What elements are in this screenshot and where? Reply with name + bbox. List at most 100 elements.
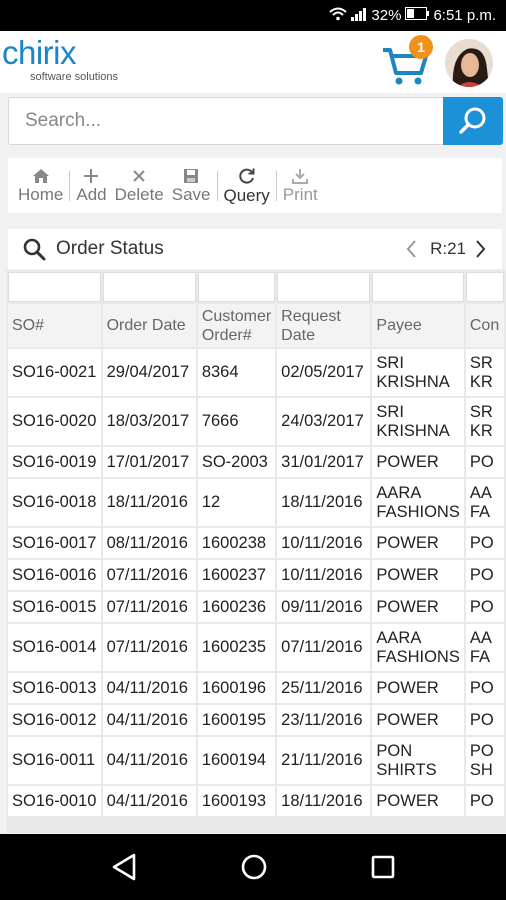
- logo[interactable]: chirix software solutions: [2, 34, 118, 83]
- add-button[interactable]: Add: [72, 168, 110, 204]
- logo-brand: chirix: [2, 34, 77, 71]
- cell-order-date: 08/11/2016: [102, 528, 196, 558]
- header-con[interactable]: Con: [465, 304, 504, 347]
- search-icon[interactable]: [22, 237, 46, 261]
- cell-request-date: 31/01/2017: [277, 447, 371, 477]
- header-order-date[interactable]: Order Date: [102, 304, 196, 347]
- cell-customer-order: 1600236: [197, 592, 276, 622]
- battery-icon: [405, 7, 430, 24]
- cell-customer-order: 12: [197, 479, 276, 526]
- cell-payee: AARA FASHIONS: [372, 479, 464, 526]
- cell-payee: POWER: [372, 560, 464, 590]
- cell-so: SO16-0020: [8, 398, 101, 445]
- avatar[interactable]: [445, 39, 493, 87]
- table-row[interactable]: SO16-0020 18/03/2017 7666 24/03/2017 SRI KRIS…: [8, 398, 504, 445]
- cell-payee: PON SHIRTS: [372, 737, 464, 784]
- section-header: Order Status R:21: [8, 229, 502, 269]
- table-row[interactable]: SO16-0011 04/11/2016 1600194 21/11/2016 PON S…: [8, 737, 504, 784]
- cell-con: SR KR: [465, 398, 504, 445]
- home-label: Home: [18, 184, 64, 204]
- cell-con: PO: [465, 560, 504, 590]
- cell-customer-order: 7666: [197, 398, 276, 445]
- filter-input[interactable]: [372, 272, 464, 302]
- cell-request-date: 18/11/2016: [277, 479, 371, 526]
- search-bar: Search...: [0, 93, 506, 153]
- cell-payee: AARA FASHIONS: [372, 624, 464, 671]
- chevron-right-icon[interactable]: [470, 238, 490, 260]
- cell-so: SO16-0010: [8, 786, 101, 816]
- page-title: Order Status: [56, 238, 164, 259]
- filter-input[interactable]: [197, 272, 276, 302]
- cell-order-date: 07/11/2016: [102, 624, 196, 671]
- cell-order-date: 18/11/2016: [102, 479, 196, 526]
- cell-customer-order: 1600194: [197, 737, 276, 784]
- home-icon: [32, 168, 49, 183]
- cell-payee: POWER: [372, 528, 464, 558]
- header-customer-order[interactable]: Customer Order#: [197, 304, 276, 347]
- recents-icon[interactable]: [370, 854, 396, 880]
- table-row[interactable]: SO16-0014 07/11/2016 1600235 07/11/2016 AARA…: [8, 624, 504, 671]
- cell-order-date: 17/01/2017: [102, 447, 196, 477]
- search-button[interactable]: [443, 97, 503, 145]
- table-row[interactable]: SO16-0010 04/11/2016 1600193 18/11/2016 POWE…: [8, 786, 504, 816]
- table-row[interactable]: SO16-0021 29/04/2017 8364 02/05/2017 SRI KRIS…: [8, 349, 504, 396]
- filter-input[interactable]: [277, 272, 371, 302]
- cell-so: SO16-0013: [8, 673, 101, 703]
- signal-icon: [351, 7, 367, 25]
- back-icon[interactable]: [110, 852, 138, 882]
- cell-con: PO: [465, 705, 504, 735]
- filter-input[interactable]: [465, 272, 504, 302]
- cell-payee: POWER: [372, 673, 464, 703]
- cell-request-date: 18/11/2016: [277, 786, 371, 816]
- cell-payee: POWER: [372, 705, 464, 735]
- home-circle-icon[interactable]: [239, 852, 269, 882]
- query-button[interactable]: Query: [220, 167, 274, 205]
- cell-request-date: 24/03/2017: [277, 398, 371, 445]
- wifi-icon: [329, 7, 348, 25]
- add-label: Add: [76, 184, 107, 204]
- table-row[interactable]: SO16-0017 08/11/2016 1600238 10/11/2016 POWE…: [8, 528, 504, 558]
- search-input[interactable]: Search...: [8, 97, 444, 145]
- save-button[interactable]: Save: [168, 168, 215, 204]
- delete-button[interactable]: Delete: [111, 168, 168, 204]
- cell-customer-order: SO-2003: [197, 447, 276, 477]
- cell-customer-order: 1600235: [197, 624, 276, 671]
- filter-row: [8, 272, 504, 302]
- cell-order-date: 04/11/2016: [102, 705, 196, 735]
- print-icon: [292, 168, 309, 184]
- toolbar-divider: [275, 170, 277, 201]
- print-label: Print: [282, 184, 318, 204]
- table-row[interactable]: SO16-0013 04/11/2016 1600196 25/11/2016 POWE…: [8, 673, 504, 703]
- chevron-left-icon[interactable]: [402, 238, 422, 260]
- save-icon: [184, 168, 199, 183]
- cell-con: PO: [465, 447, 504, 477]
- home-button[interactable]: Home: [14, 168, 67, 204]
- cell-so: SO16-0011: [8, 737, 101, 784]
- table-row[interactable]: SO16-0012 04/11/2016 1600195 23/11/2016 POWE…: [8, 705, 504, 735]
- header-payee[interactable]: Payee: [372, 304, 464, 347]
- cell-so: SO16-0019: [8, 447, 101, 477]
- toolbar-divider: [216, 170, 218, 201]
- cell-con: AA FA: [465, 624, 504, 671]
- cell-so: SO16-0016: [8, 560, 101, 590]
- battery-percent: 32%: [371, 7, 402, 24]
- header-so[interactable]: SO#: [8, 304, 101, 347]
- cell-request-date: 10/11/2016: [277, 528, 371, 558]
- table-row[interactable]: SO16-0015 07/11/2016 1600236 09/11/2016 POWE…: [8, 592, 504, 622]
- cell-so: SO16-0018: [8, 479, 101, 526]
- table-row[interactable]: SO16-0018 18/11/2016 12 18/11/2016 AARA FASHI…: [8, 479, 504, 526]
- filter-input[interactable]: [8, 272, 101, 302]
- filter-input[interactable]: [102, 272, 196, 302]
- save-label: Save: [171, 184, 211, 204]
- cell-customer-order: 1600193: [197, 786, 276, 816]
- cell-order-date: 04/11/2016: [102, 786, 196, 816]
- cart-badge: 1: [409, 35, 433, 59]
- status-bar: 32% 6:51 p.m.: [0, 0, 506, 31]
- table-row[interactable]: SO16-0019 17/01/2017 SO-2003 31/01/2017 POWE…: [8, 447, 504, 477]
- cell-customer-order: 8364: [197, 349, 276, 396]
- table-row[interactable]: SO16-0016 07/11/2016 1600237 10/11/2016 POWE…: [8, 560, 504, 590]
- cell-con: AA FA: [465, 479, 504, 526]
- header-request-date[interactable]: Request Date: [277, 304, 371, 347]
- cell-con: PO: [465, 673, 504, 703]
- print-button[interactable]: Print: [279, 168, 322, 204]
